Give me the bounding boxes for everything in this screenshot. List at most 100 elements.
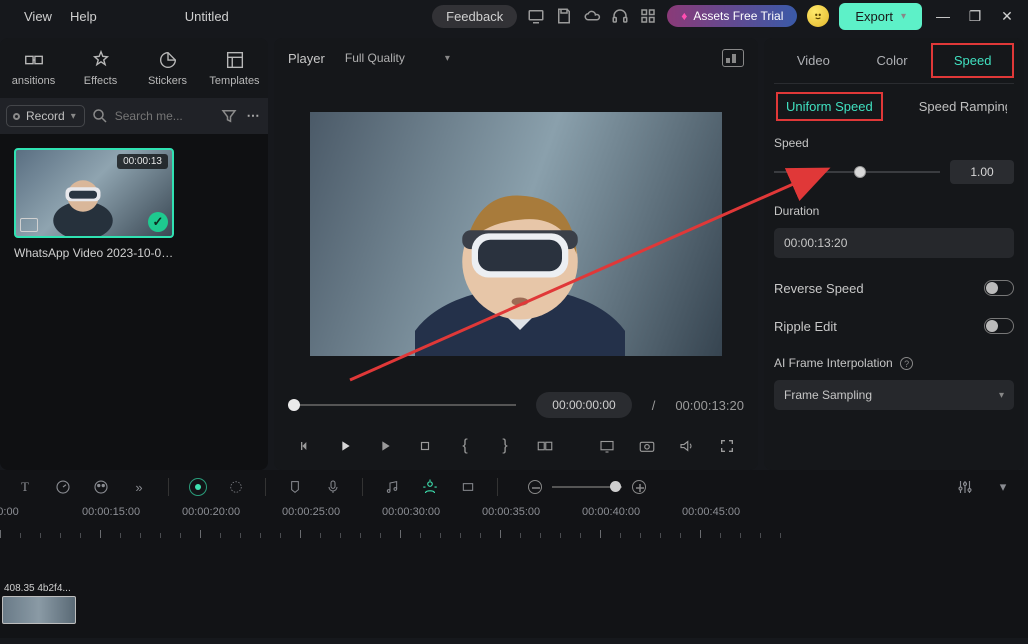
reverse-speed-toggle[interactable] [984, 280, 1014, 296]
zoom-slider-knob[interactable] [610, 481, 621, 492]
window-close[interactable]: ✕ [996, 8, 1018, 25]
ai-cutout-tool[interactable] [421, 478, 439, 496]
quality-select[interactable]: Full Quality ▾ [345, 51, 450, 65]
more-icon[interactable]: ⋯ [244, 107, 262, 125]
preview-area[interactable] [274, 78, 758, 380]
templates-icon [224, 49, 246, 71]
prev-frame-button[interactable] [296, 437, 314, 455]
assets-trial-label: Assets Free Trial [693, 9, 783, 23]
ruler-label: 00:00:20:00 [182, 506, 240, 518]
tab-stickers-label: Stickers [148, 75, 187, 87]
menu-help[interactable]: Help [70, 9, 97, 24]
compare-icon[interactable] [536, 437, 554, 455]
tab-templates[interactable]: Templates [201, 38, 268, 98]
marker-tool[interactable] [286, 478, 304, 496]
snapshot-icon[interactable] [638, 437, 656, 455]
ruler-label: 00:00:40:00 [582, 506, 640, 518]
clip-used-check-icon: ✓ [148, 212, 168, 232]
smiley-icon[interactable] [807, 5, 829, 27]
record-button[interactable]: Record ▾ [6, 105, 85, 127]
play-button[interactable] [336, 437, 354, 455]
scrub-slider[interactable] [288, 404, 516, 406]
timeline-settings-icon[interactable]: ▾ [994, 478, 1012, 496]
window-minimize[interactable]: — [932, 8, 954, 24]
text-tool[interactable]: T [16, 478, 34, 496]
speed-value[interactable]: 1.00 [950, 160, 1014, 184]
tab-speed[interactable]: Speed [931, 43, 1014, 78]
fullscreen-icon[interactable] [718, 437, 736, 455]
music-tool[interactable] [383, 478, 401, 496]
media-clip[interactable]: 00:00:13 ✓ WhatsApp Video 2023-10-05... [14, 148, 174, 260]
ripple-edit-toggle[interactable] [984, 318, 1014, 334]
subtab-speed-ramping[interactable]: Speed Ramping [911, 94, 1007, 119]
tab-transitions[interactable]: ansitions [0, 38, 67, 98]
zoom-in-button[interactable] [632, 480, 646, 494]
cloud-icon[interactable] [583, 7, 601, 25]
tab-video[interactable]: Video [774, 45, 853, 76]
play-forward-button[interactable] [376, 437, 394, 455]
screen-adapt-icon[interactable] [598, 437, 616, 455]
mic-tool[interactable] [324, 478, 342, 496]
crop-tool[interactable] [459, 478, 477, 496]
speed-label: Speed [774, 136, 1014, 150]
stop-button[interactable] [416, 437, 434, 455]
assets-trial-button[interactable]: ♦ Assets Free Trial [667, 5, 797, 27]
search-icon[interactable] [91, 107, 109, 125]
menu-view[interactable]: View [24, 9, 52, 24]
document-title: Untitled [185, 9, 229, 24]
chevron-down-icon: ▾ [71, 111, 76, 122]
window-maximize[interactable]: ❐ [964, 8, 986, 25]
dotted-tool[interactable] [227, 478, 245, 496]
tab-stickers[interactable]: Stickers [134, 38, 201, 98]
speed-tool[interactable] [54, 478, 72, 496]
speed-slider[interactable] [774, 171, 940, 173]
headphones-icon[interactable] [611, 7, 629, 25]
tab-color[interactable]: Color [853, 45, 932, 76]
speed-slider-knob[interactable] [854, 166, 866, 178]
mark-in-button[interactable]: { [456, 437, 474, 455]
interp-select-value: Frame Sampling [784, 388, 872, 402]
interp-select[interactable]: Frame Sampling ▾ [774, 380, 1014, 410]
timeline-clip[interactable] [2, 596, 76, 624]
device-icon[interactable] [527, 7, 545, 25]
chevron-down-icon: ▾ [901, 11, 906, 22]
mark-out-button[interactable]: } [496, 437, 514, 455]
save-icon[interactable] [555, 7, 573, 25]
export-button[interactable]: Export ▾ [839, 3, 922, 30]
clip-type-icon [20, 218, 38, 232]
scopes-icon[interactable] [722, 49, 744, 67]
media-library-panel: ansitions Effects Stickers Templates Rec… [0, 32, 268, 470]
current-time: 00:00:00:00 [536, 392, 631, 418]
help-icon[interactable]: ? [900, 357, 913, 370]
search-input[interactable] [115, 109, 195, 123]
clip-thumbnail[interactable]: 00:00:13 ✓ [14, 148, 174, 238]
timeline-ruler[interactable]: 0:10:0000:00:15:0000:00:20:0000:00:25:00… [0, 504, 1028, 538]
timeline-clip-label: 408.35 4b2f4... [4, 583, 71, 594]
properties-panel: Video Color Speed Uniform Speed Speed Ra… [764, 38, 1024, 470]
color-tool[interactable] [92, 478, 110, 496]
quality-label: Full Quality [345, 51, 405, 65]
feedback-button[interactable]: Feedback [432, 5, 517, 28]
ruler-label: 00:00:25:00 [282, 506, 340, 518]
duration-input[interactable]: 00:00:13:20 [774, 228, 1014, 258]
mixer-icon[interactable] [956, 478, 974, 496]
clip-name: WhatsApp Video 2023-10-05... [14, 246, 174, 260]
record-icon [13, 113, 20, 120]
ruler-label: 00:00:35:00 [482, 506, 540, 518]
scrub-knob[interactable] [288, 399, 300, 411]
zoom-slider[interactable] [552, 486, 622, 488]
preview-frame [310, 112, 722, 356]
ai-tool[interactable] [189, 478, 207, 496]
export-label: Export [855, 9, 893, 24]
player-panel: Player Full Quality ▾ [274, 38, 758, 470]
grid-icon[interactable] [639, 7, 657, 25]
volume-icon[interactable] [678, 437, 696, 455]
timeline-track-area[interactable]: 408.35 4b2f4... [0, 538, 1028, 628]
more-tools[interactable]: » [130, 478, 148, 496]
zoom-out-button[interactable] [528, 480, 542, 494]
ruler-label: 00:00:15:00 [82, 506, 140, 518]
tab-effects[interactable]: Effects [67, 38, 134, 98]
filter-icon[interactable] [220, 107, 238, 125]
subtab-uniform-speed[interactable]: Uniform Speed [776, 92, 883, 121]
total-time: 00:00:13:20 [675, 398, 744, 413]
